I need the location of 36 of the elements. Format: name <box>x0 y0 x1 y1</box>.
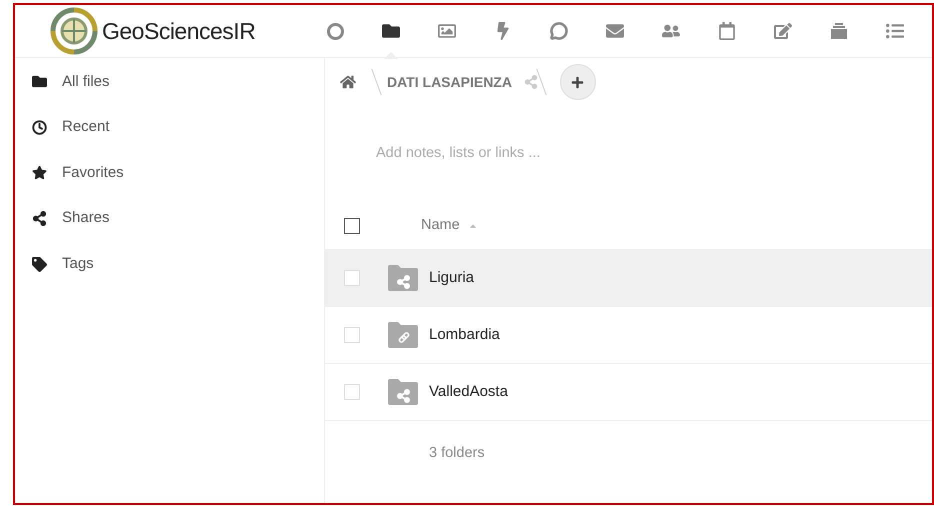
breadcrumb-folder[interactable]: DATI LASAPIENZA <box>387 72 512 92</box>
edit-icon <box>774 22 792 40</box>
sidebar-item[interactable]: Recent <box>15 104 324 150</box>
list-icon <box>886 22 904 40</box>
file-name[interactable]: Liguria <box>429 266 474 290</box>
star-icon <box>32 165 47 180</box>
notes-field[interactable]: Add notes, lists or links ... <box>376 143 776 165</box>
shared-folder-icon <box>388 379 418 405</box>
contacts-icon <box>662 22 680 40</box>
folder-count: 3 folders <box>429 444 485 464</box>
home-icon[interactable] <box>340 74 356 90</box>
file-name[interactable]: Lombardia <box>429 324 500 346</box>
chat-bubble-icon <box>550 22 568 40</box>
link-folder-icon <box>388 322 418 348</box>
calendar-icon <box>718 22 736 40</box>
folder-icon <box>32 74 47 90</box>
clock-icon <box>32 120 47 135</box>
plus-icon <box>571 76 584 88</box>
folder-icon <box>382 22 400 40</box>
share-icon <box>32 211 47 226</box>
name-column-header[interactable]: Name <box>421 214 460 236</box>
sidebar-item[interactable]: Shares <box>15 196 324 242</box>
file-name[interactable]: ValledAosta <box>429 380 508 404</box>
image-icon <box>438 22 456 40</box>
mail-icon <box>606 22 624 40</box>
new-button[interactable] <box>560 64 596 100</box>
sidebar-item[interactable]: Tags <box>15 241 324 287</box>
logo-text: GeoSciencesIR <box>102 16 256 46</box>
file-row[interactable]: Liguria <box>325 250 932 307</box>
tag-icon <box>32 256 47 272</box>
logo-icon <box>50 7 98 55</box>
stack-icon <box>830 22 848 40</box>
shared-folder-icon <box>388 265 418 291</box>
checkbox[interactable] <box>344 218 360 234</box>
sidebar-item[interactable]: All files <box>15 59 324 105</box>
sidebar-item[interactable]: Favorites <box>15 150 324 196</box>
